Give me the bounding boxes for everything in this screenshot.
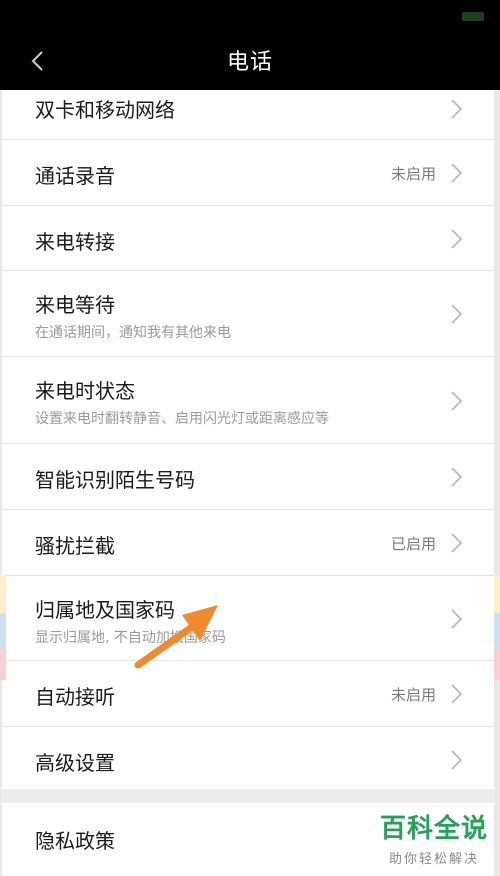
setting-harassment-block[interactable]: 骚扰拦截 已启用: [2, 510, 494, 576]
edge-decoration: [0, 575, 6, 613]
chevron-right-icon: [451, 467, 463, 487]
setting-call-waiting[interactable]: 来电等待 在通话期间，通知我有其他来电: [2, 271, 494, 357]
setting-advanced[interactable]: 高级设置: [2, 727, 494, 792]
chevron-right-icon: [451, 391, 463, 411]
watermark-title: 百科全说: [379, 814, 488, 844]
edge-decoration: [0, 648, 6, 680]
row-title: 高级设置: [35, 751, 115, 775]
edge-decoration: [494, 648, 500, 680]
app-header: 电话: [0, 0, 500, 90]
status-label: 已启用: [390, 535, 436, 553]
setting-location-country-code[interactable]: 归属地及国家码 显示归属地, 不自动加拨国家码: [2, 576, 494, 661]
row-title: 归属地及国家码: [35, 598, 175, 622]
chevron-right-icon: [451, 750, 463, 770]
chevron-right-icon: [451, 684, 463, 704]
row-title: 来电时状态: [35, 379, 135, 403]
battery-indicator: [462, 12, 484, 21]
setting-call-forwarding[interactable]: 来电转接: [2, 206, 494, 271]
status-label: 未启用: [390, 686, 436, 704]
edge-decoration: [494, 613, 500, 648]
chevron-right-icon: [451, 304, 463, 324]
chevron-right-icon: [451, 163, 463, 183]
row-subtitle: 显示归属地, 不自动加拨国家码: [35, 630, 226, 646]
status-label: 未启用: [390, 165, 436, 183]
row-title: 骚扰拦截: [35, 534, 115, 558]
chevron-right-icon: [451, 609, 463, 629]
setting-smart-identify[interactable]: 智能识别陌生号码: [2, 444, 494, 510]
row-title: 智能识别陌生号码: [35, 468, 195, 492]
watermark-subtitle: 助你轻松解决: [388, 852, 479, 867]
chevron-right-icon: [451, 229, 463, 249]
row-title: 来电转接: [35, 230, 115, 254]
edge-decoration: [494, 575, 500, 613]
page-title: 电话: [226, 50, 273, 75]
row-title: 通话录音: [35, 164, 115, 188]
edge-decoration: [0, 613, 6, 648]
settings-list: 双卡和移动网络 通话录音 未启用 来电转接 来电等待 在通话期间，通知我有其他来…: [2, 90, 494, 792]
row-subtitle: 设置来电时翻转静音、启用闪光灯或距离感应等: [35, 411, 329, 427]
setting-incoming-call-state[interactable]: 来电时状态 设置来电时翻转静音、启用闪光灯或距离感应等: [2, 357, 494, 444]
setting-dual-sim[interactable]: 双卡和移动网络: [2, 90, 494, 140]
row-subtitle: 在通话期间，通知我有其他来电: [35, 325, 231, 341]
chevron-right-icon: [451, 99, 463, 119]
section-divider: [2, 789, 494, 803]
row-title: 自动接听: [35, 685, 115, 709]
watermark-logo: 百科全说 助你轻松解决: [380, 814, 488, 867]
row-title: 隐私政策: [35, 829, 115, 853]
setting-auto-answer[interactable]: 自动接听 未启用: [2, 661, 494, 727]
row-title: 双卡和移动网络: [35, 98, 175, 122]
row-title: 来电等待: [35, 293, 115, 317]
setting-call-recording[interactable]: 通话录音 未启用: [2, 140, 494, 206]
chevron-right-icon: [451, 533, 463, 553]
